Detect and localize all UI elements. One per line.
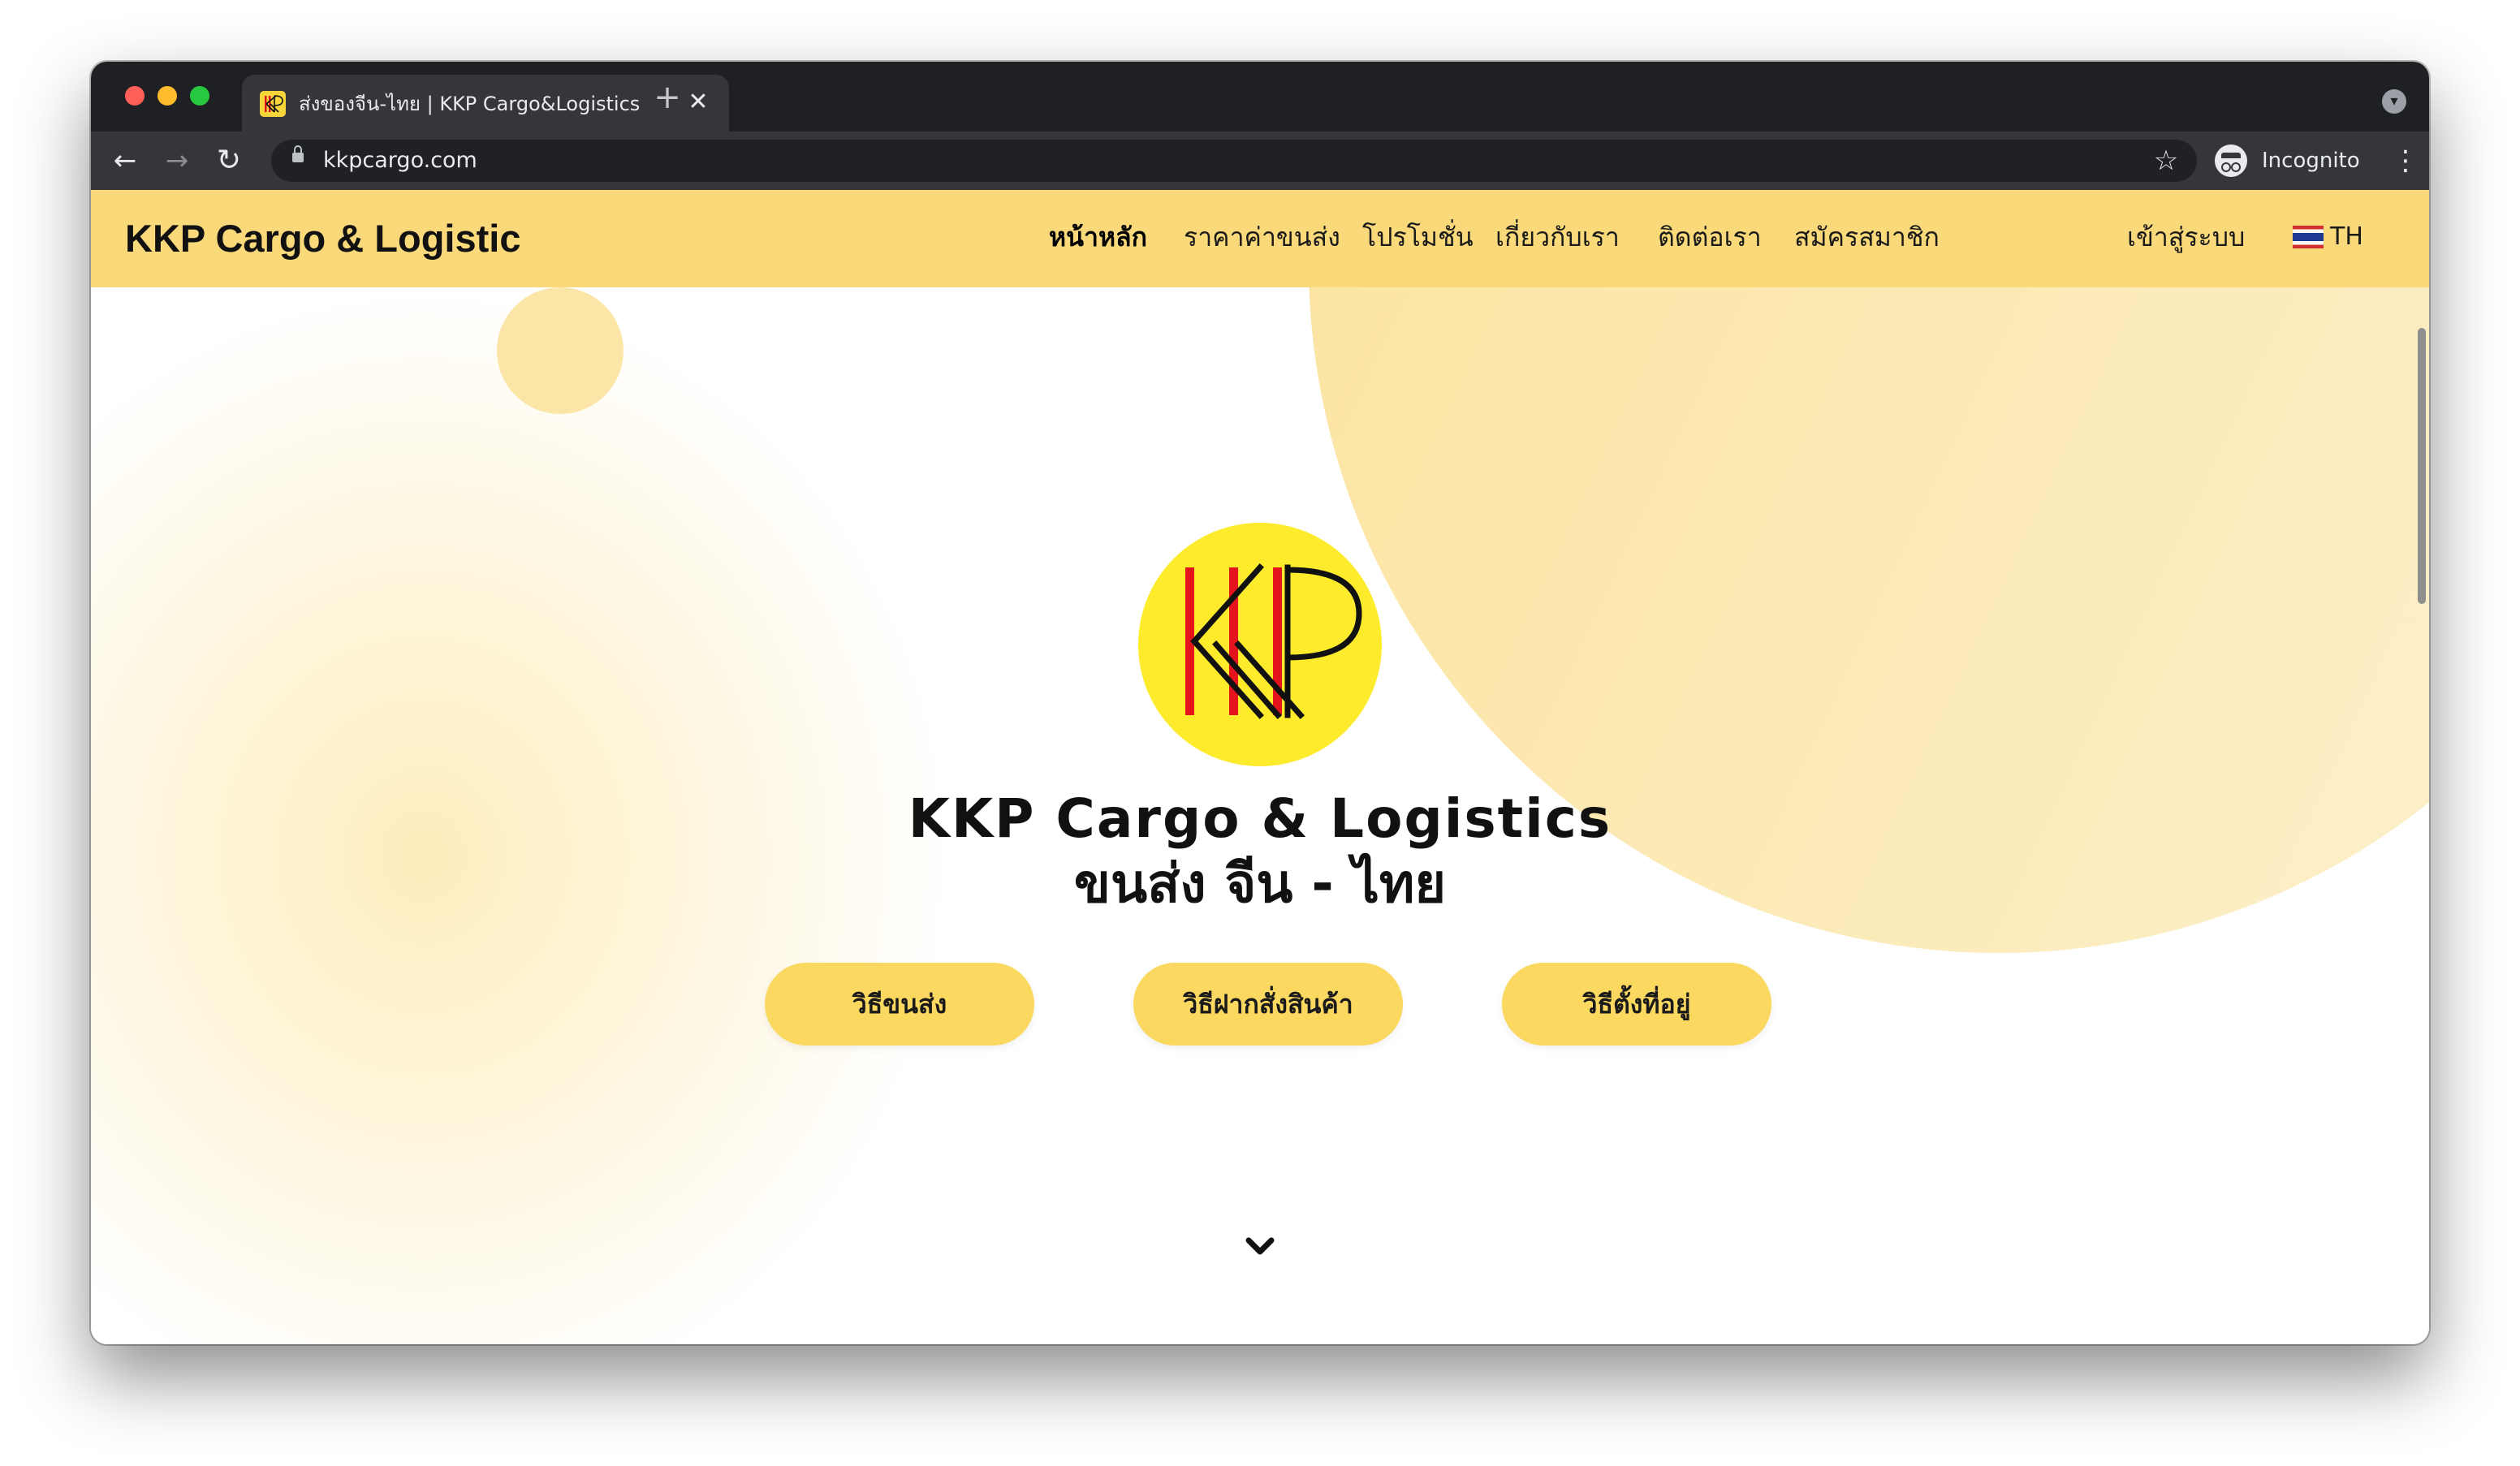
back-arrow-icon[interactable]: ← xyxy=(107,143,143,179)
shipping-method-button[interactable]: วิธีขนส่ง xyxy=(765,963,1034,1046)
order-service-button[interactable]: วิธีฝากสั่งสินค้า xyxy=(1133,963,1403,1046)
chevron-down-icon[interactable] xyxy=(1244,1231,1276,1263)
incognito-icon xyxy=(2215,144,2247,177)
url-text[interactable]: kkpcargo.com xyxy=(323,148,477,174)
forward-arrow-icon[interactable]: → xyxy=(159,143,195,179)
reload-icon[interactable]: ↻ xyxy=(211,143,247,179)
hero-subtitle: ขนส่ง จีน - ไทย xyxy=(1073,852,1447,915)
tab-title: ส่งของจีน-ไทย | KKP Cargo&Logistics xyxy=(299,93,641,115)
hero-title: KKP Cargo & Logistics xyxy=(908,787,1612,850)
tab-close-icon[interactable]: ✕ xyxy=(685,89,711,115)
address-setup-button[interactable]: วิธีตั้งที่อยู่ xyxy=(1502,963,1771,1046)
browser-window: ส่งของจีน-ไทย | KKP Cargo&Logistics ✕ + … xyxy=(91,62,2429,1344)
new-tab-button[interactable]: + xyxy=(651,81,684,114)
incognito-badge[interactable]: Incognito xyxy=(2215,141,2377,180)
nav-register[interactable]: สมัครสมาชิก xyxy=(1794,219,1940,255)
browser-titlebar: ส่งของจีน-ไทย | KKP Cargo&Logistics ✕ + … xyxy=(91,62,2429,132)
language-selector[interactable]: TH xyxy=(2330,221,2363,253)
kebab-menu-icon[interactable]: ⋮ xyxy=(2392,143,2419,179)
browser-toolbar: ← → ↻ kkpcargo.com ☆ Incognito ⋮ xyxy=(91,132,2429,190)
maximize-window-button[interactable] xyxy=(190,86,209,106)
nav-about[interactable]: เกี่ยวกับเรา xyxy=(1495,219,1620,255)
site-brand[interactable]: KKP Cargo & Logistic xyxy=(125,214,520,263)
nav-login[interactable]: เข้าสู่ระบบ xyxy=(2127,219,2245,255)
tab-search-icon[interactable]: ▾ xyxy=(2382,89,2406,114)
minimize-window-button[interactable] xyxy=(158,86,177,106)
nav-contact[interactable]: ติดต่อเรา xyxy=(1658,219,1762,255)
nav-shipping-rates[interactable]: ราคาค่าขนส่ง xyxy=(1184,219,1340,255)
page-scrollbar[interactable] xyxy=(2418,328,2426,604)
background-circle-small xyxy=(497,287,624,414)
incognito-label: Incognito xyxy=(2262,149,2360,173)
company-logo xyxy=(1138,523,1382,766)
nav-home[interactable]: หน้าหลัก xyxy=(1049,219,1147,255)
page-viewport: KKP Cargo & Logistic หน้าหลัก ราคาค่าขนส… xyxy=(91,190,2429,1344)
lock-icon[interactable] xyxy=(292,145,304,162)
site-navbar: KKP Cargo & Logistic หน้าหลัก ราคาค่าขนส… xyxy=(91,190,2429,287)
nav-promotions[interactable]: โปรโมชั่น xyxy=(1362,219,1474,255)
address-bar[interactable]: kkpcargo.com ☆ xyxy=(271,140,2197,182)
favicon-icon xyxy=(260,91,286,117)
close-window-button[interactable] xyxy=(125,86,145,106)
thai-flag-icon[interactable] xyxy=(2293,226,2324,248)
bookmark-star-icon[interactable]: ☆ xyxy=(2150,144,2182,177)
